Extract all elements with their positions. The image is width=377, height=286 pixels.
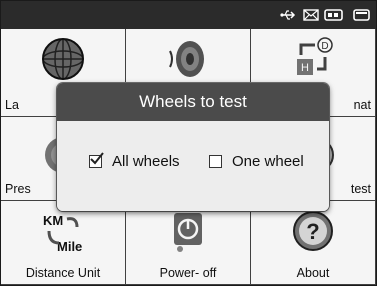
screen-icon <box>353 9 370 21</box>
checkbox-checked[interactable] <box>89 152 104 168</box>
option-one-wheel[interactable]: One wheel <box>209 153 304 170</box>
battery-icon <box>324 9 343 21</box>
option-label: One wheel <box>232 153 304 170</box>
mail-icon <box>303 9 319 21</box>
usb-icon <box>280 10 296 20</box>
dialog-title: Wheels to test <box>57 83 329 121</box>
device-screen: La D H nat Pres test KM Mile Distance Un… <box>0 0 377 286</box>
dialog-body: All wheels One wheel <box>57 121 329 211</box>
status-bar <box>1 1 376 29</box>
option-all-wheels[interactable]: All wheels <box>89 152 180 170</box>
option-label: All wheels <box>112 153 180 170</box>
checkbox-unchecked[interactable] <box>209 155 222 168</box>
check-icon <box>90 152 104 165</box>
wheels-dialog: Wheels to test All wheels One wheel <box>57 83 329 211</box>
